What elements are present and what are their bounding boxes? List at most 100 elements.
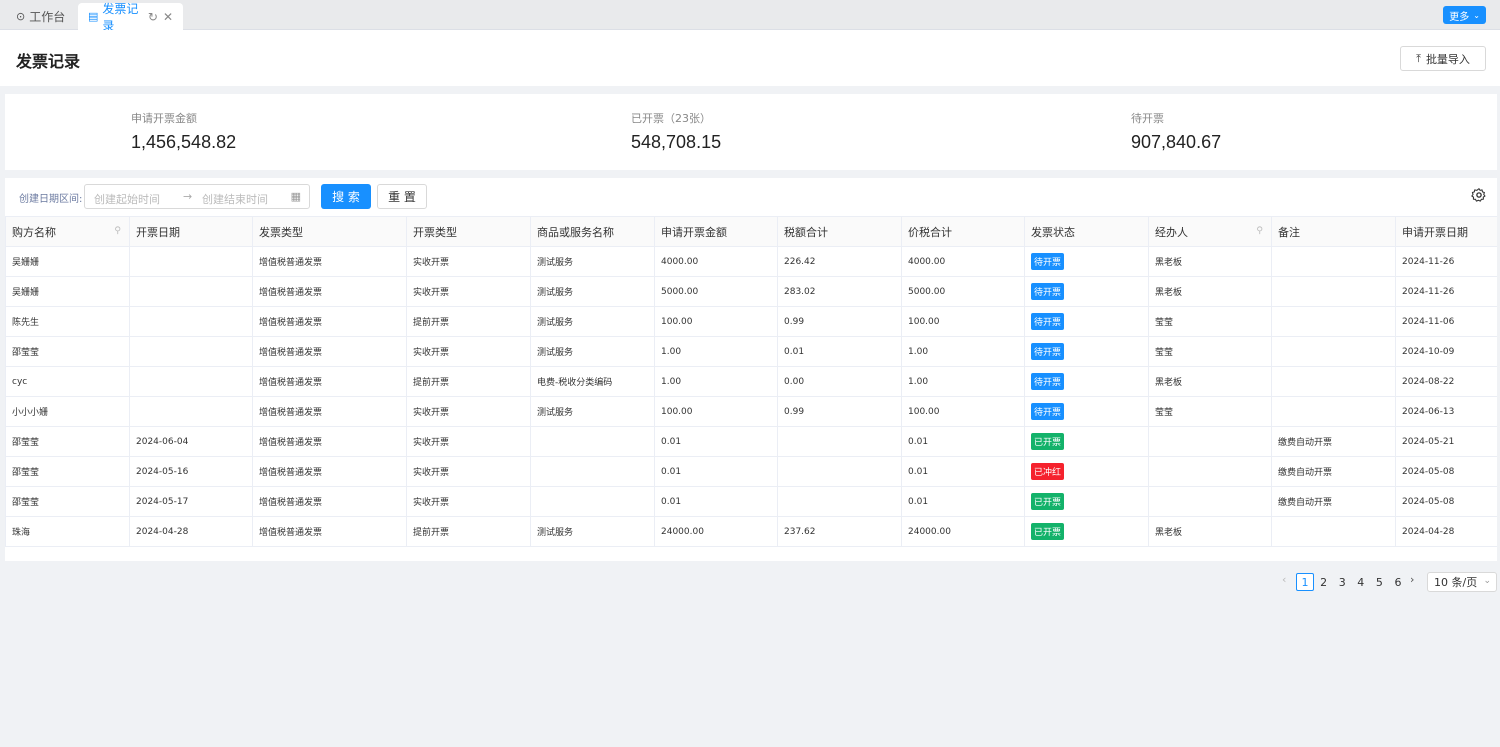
column-header[interactable]: 申请开票金额 bbox=[654, 216, 778, 247]
cell-handler bbox=[1148, 426, 1272, 457]
table-row[interactable]: 邵莹莹 2024-05-17 增值税普通发票 实收开票 0.01 0.01 已开票 缴费自动开… bbox=[5, 486, 1497, 517]
column-header[interactable]: 开票日期 bbox=[129, 216, 253, 247]
cell-buyer: 吴姗姗 bbox=[5, 246, 130, 277]
stat-applied-amount: 申请开票金额 1,456,548.82 bbox=[131, 110, 236, 153]
column-header[interactable]: 开票类型 bbox=[406, 216, 531, 247]
cell-apply-date: 2024-05-21 bbox=[1395, 426, 1497, 457]
cell-date bbox=[129, 366, 253, 397]
page-number-button[interactable]: 1 bbox=[1296, 573, 1314, 591]
reset-button[interactable]: 重 置 bbox=[377, 184, 427, 209]
column-header[interactable]: 商品或服务名称 bbox=[530, 216, 655, 247]
page-size-select[interactable]: 10 条/页 ⌄ bbox=[1427, 572, 1497, 592]
cell-apply-date: 2024-11-26 bbox=[1395, 276, 1497, 307]
cell-apply-date: 2024-10-09 bbox=[1395, 336, 1497, 367]
cell-apply-date: 2024-11-06 bbox=[1395, 306, 1497, 337]
status-badge: 待开票 bbox=[1031, 253, 1065, 270]
column-header[interactable]: 价税合计 bbox=[901, 216, 1025, 247]
cell-status: 已开票 bbox=[1024, 486, 1149, 517]
cell-handler: 莹莹 bbox=[1148, 306, 1272, 337]
cell-issue-type: 提前开票 bbox=[406, 306, 531, 337]
next-page-button[interactable]: › bbox=[1410, 573, 1414, 586]
tab-label: 工作台 bbox=[29, 10, 66, 24]
cell-total: 24000.00 bbox=[901, 516, 1025, 547]
end-date-input[interactable]: 创建结束时间 bbox=[202, 191, 268, 207]
cell-date: 2024-05-16 bbox=[129, 456, 253, 487]
date-range-picker[interactable]: 创建起始时间 → 创建结束时间 ▦ bbox=[84, 184, 310, 209]
cell-buyer: 邵莹莹 bbox=[5, 336, 130, 367]
cell-goods: 测试服务 bbox=[530, 276, 655, 307]
cell-apply-date: 2024-04-28 bbox=[1395, 516, 1497, 547]
table-row[interactable]: 小小小姗 增值税普通发票 实收开票 测试服务 100.00 0.99 100.00 待开票 莹莹… bbox=[5, 396, 1497, 427]
column-header[interactable]: 经办人 ⚲ bbox=[1148, 216, 1272, 247]
status-badge: 待开票 bbox=[1031, 343, 1065, 360]
cell-note: 缴费自动开票 bbox=[1271, 486, 1396, 517]
refresh-icon[interactable]: ↻ bbox=[148, 10, 158, 24]
cell-goods: 测试服务 bbox=[530, 516, 655, 547]
search-icon[interactable]: ⚲ bbox=[114, 226, 121, 236]
tab-bar: ⊙ 工作台 ▤ 发票记录 ↻ ✕ 更多 ⌄ bbox=[0, 0, 1500, 33]
cell-total: 100.00 bbox=[901, 396, 1025, 427]
prev-page-button[interactable]: ‹ bbox=[1282, 573, 1286, 586]
table-row[interactable]: 吴姗姗 增值税普通发票 实收开票 测试服务 4000.00 226.42 4000.00 待开… bbox=[5, 246, 1497, 277]
chevron-down-icon: ⌄ bbox=[1483, 576, 1491, 586]
page-title: 发票记录 bbox=[16, 52, 81, 71]
column-header[interactable]: 发票类型 bbox=[252, 216, 407, 247]
cell-total: 1.00 bbox=[901, 336, 1025, 367]
tab-workbench[interactable]: ⊙ 工作台 bbox=[6, 3, 75, 30]
cell-goods bbox=[530, 486, 655, 517]
cell-issue-type: 实收开票 bbox=[406, 336, 531, 367]
cell-total: 0.01 bbox=[901, 486, 1025, 517]
cell-amount: 100.00 bbox=[654, 306, 778, 337]
cell-inv-type: 增值税普通发票 bbox=[252, 456, 407, 487]
status-badge: 待开票 bbox=[1031, 283, 1065, 300]
close-icon[interactable]: ✕ bbox=[163, 10, 173, 24]
cell-amount: 0.01 bbox=[654, 486, 778, 517]
status-badge: 已开票 bbox=[1031, 493, 1065, 510]
column-header[interactable]: 发票状态 bbox=[1024, 216, 1149, 247]
table-row[interactable]: 吴姗姗 增值税普通发票 实收开票 测试服务 5000.00 283.02 5000.00 待开… bbox=[5, 276, 1497, 307]
cell-tax: 0.01 bbox=[777, 336, 902, 367]
cell-note bbox=[1271, 246, 1396, 277]
table-row[interactable]: 邵莹莹 增值税普通发票 实收开票 测试服务 1.00 0.01 1.00 待开票 莹莹 2024-… bbox=[5, 336, 1497, 367]
cell-tax bbox=[777, 486, 902, 517]
cell-issue-type: 实收开票 bbox=[406, 426, 531, 457]
table-row[interactable]: 邵莹莹 2024-06-04 增值税普通发票 实收开票 0.01 0.01 已开票 缴费自动开… bbox=[5, 426, 1497, 457]
cell-tax: 0.99 bbox=[777, 306, 902, 337]
page-number-button[interactable]: 3 bbox=[1333, 573, 1351, 591]
cell-goods: 测试服务 bbox=[530, 336, 655, 367]
settings-gear-icon[interactable] bbox=[1471, 187, 1487, 203]
tab-label: 发票记录 bbox=[102, 1, 139, 33]
page-size-value: 10 条/页 bbox=[1434, 576, 1478, 589]
stat-label: 申请开票金额 bbox=[131, 112, 197, 125]
table-row[interactable]: cyc 增值税普通发票 提前开票 电费-税收分类编码 1.00 0.00 1.00 待开票 黑老… bbox=[5, 366, 1497, 397]
table-row[interactable]: 陈先生 增值税普通发票 提前开票 测试服务 100.00 0.99 100.00 待开票 莹莹 2… bbox=[5, 306, 1497, 337]
cell-tax: 283.02 bbox=[777, 276, 902, 307]
column-header[interactable]: 税额合计 bbox=[777, 216, 902, 247]
cell-issue-type: 实收开票 bbox=[406, 456, 531, 487]
page-number-button[interactable]: 2 bbox=[1315, 573, 1333, 591]
search-button[interactable]: 搜 索 bbox=[321, 184, 371, 209]
cell-amount: 0.01 bbox=[654, 456, 778, 487]
cell-amount: 0.01 bbox=[654, 426, 778, 457]
cell-handler: 黑老板 bbox=[1148, 366, 1272, 397]
table-row[interactable]: 珠海 2024-04-28 增值税普通发票 提前开票 测试服务 24000.00 237.6… bbox=[5, 516, 1497, 547]
page-number-button[interactable]: 6 bbox=[1389, 573, 1407, 591]
cell-inv-type: 增值税普通发票 bbox=[252, 426, 407, 457]
table-row[interactable]: 邵莹莹 2024-05-16 增值税普通发票 实收开票 0.01 0.01 已冲红 缴费自动开… bbox=[5, 456, 1497, 487]
column-header[interactable]: 申请开票日期 bbox=[1395, 216, 1497, 247]
column-header[interactable]: 购方名称 ⚲ bbox=[5, 216, 130, 247]
column-header[interactable]: 备注 bbox=[1271, 216, 1396, 247]
page-number-button[interactable]: 4 bbox=[1352, 573, 1370, 591]
tab-invoice-records[interactable]: ▤ 发票记录 ↻ ✕ bbox=[78, 2, 183, 33]
page-number-button[interactable]: 5 bbox=[1370, 573, 1388, 591]
cell-buyer: 邵莹莹 bbox=[5, 426, 130, 457]
dashboard-icon: ⊙ bbox=[16, 10, 26, 23]
cell-inv-type: 增值税普通发票 bbox=[252, 486, 407, 517]
cell-issue-type: 实收开票 bbox=[406, 246, 531, 277]
document-icon: ▤ bbox=[88, 10, 99, 23]
search-icon[interactable]: ⚲ bbox=[1256, 226, 1263, 236]
start-date-input[interactable]: 创建起始时间 bbox=[94, 191, 160, 207]
batch-import-button[interactable]: ⤒ 批量导入 bbox=[1400, 46, 1486, 71]
more-button[interactable]: 更多 ⌄ bbox=[1443, 6, 1486, 24]
cell-status: 待开票 bbox=[1024, 246, 1149, 277]
